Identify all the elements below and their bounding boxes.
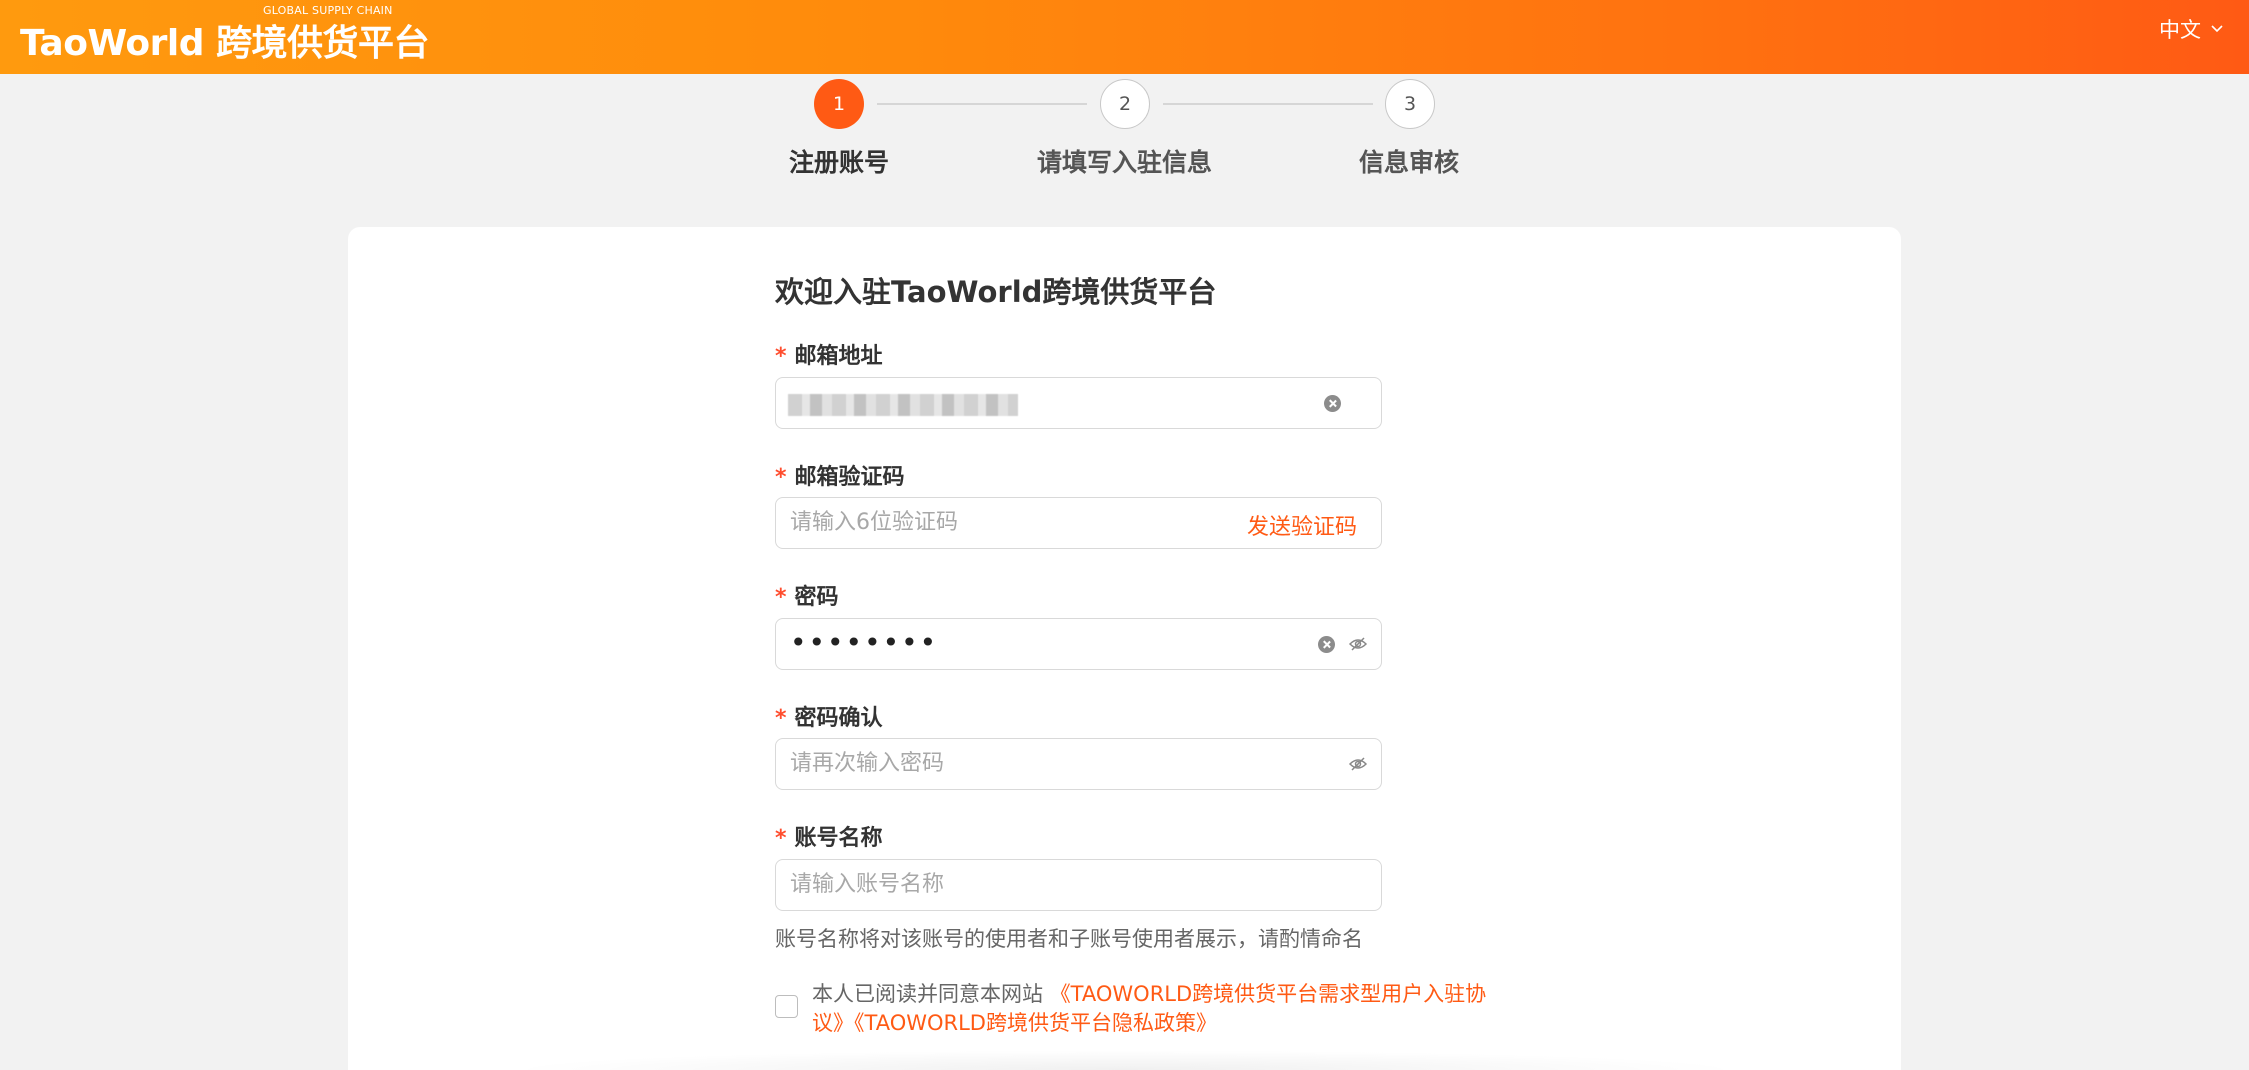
confirm-password-label-text: 密码确认 [794,706,883,731]
send-code-button[interactable]: 发送验证码 [1247,509,1357,541]
step-1-circle: 1 [814,79,864,129]
clear-icon[interactable] [1324,395,1341,412]
account-name-input[interactable] [790,860,1230,909]
step-connector-1 [877,103,1087,105]
eye-off-icon[interactable] [1348,754,1368,774]
step-1-label: 注册账号 [789,148,890,177]
password-masked-value: •••••••• [790,626,939,659]
step-2-circle: 2 [1100,79,1150,129]
chevron-down-icon [2211,25,2223,33]
email-label: * 邮箱地址 [775,338,883,370]
confirm-password-label: * 密码确认 [775,700,883,732]
confirm-password-field[interactable] [775,738,1382,790]
language-selector[interactable]: 中文 [2159,14,2225,44]
verification-code-input[interactable] [790,498,1230,547]
logo-title: TaoWorld 跨境供货平台 [20,23,430,64]
language-label: 中文 [2159,18,2201,42]
step-3-circle: 3 [1385,79,1435,129]
step-2-label: 请填写入驻信息 [1037,148,1213,177]
required-mark: * [775,465,787,490]
bottom-shadow [500,1050,1750,1070]
password-field[interactable]: •••••••• [775,618,1382,670]
verification-code-field[interactable]: 发送验证码 [775,497,1382,549]
form-title: 欢迎入驻TaoWorld跨境供货平台 [775,275,1217,309]
step-3-label: 信息审核 [1359,148,1460,177]
agreement-checkbox[interactable] [775,995,798,1018]
account-name-label-text: 账号名称 [794,826,883,851]
password-label-text: 密码 [794,585,839,610]
required-mark: * [775,344,787,369]
confirm-password-input[interactable] [790,739,1230,788]
required-mark: * [775,585,787,610]
step-2-number: 2 [1118,93,1132,115]
privacy-policy-link[interactable]: 《TAOWORLD跨境供货平台隐私政策》 [854,1011,1217,1035]
email-field[interactable] [775,377,1382,429]
redacted-email-value [788,394,1018,416]
code-label-text: 邮箱验证码 [794,465,905,490]
code-label: * 邮箱验证码 [775,459,905,491]
required-mark: * [775,826,787,851]
account-name-label: * 账号名称 [775,820,883,852]
agreement-text: 本人已阅读并同意本网站 《TAOWORLD跨境供货平台需求型用户入驻协议》《TA… [812,980,1502,1038]
step-3-number: 3 [1403,93,1417,115]
email-label-text: 邮箱地址 [794,344,883,369]
top-header: GLOBAL SUPPLY CHAIN TaoWorld 跨境供货平台 中文 [0,0,2249,74]
clear-icon[interactable] [1318,636,1335,653]
step-1-number: 1 [832,93,846,115]
step-connector-2 [1163,103,1373,105]
required-mark: * [775,706,787,731]
password-label: * 密码 [775,579,839,611]
account-name-field[interactable] [775,859,1382,911]
eye-off-icon[interactable] [1348,634,1368,654]
account-name-hint: 账号名称将对该账号的使用者和子账号使用者展示，请酌情命名 [775,927,1363,951]
agreement-prefix: 本人已阅读并同意本网站 [812,982,1050,1006]
